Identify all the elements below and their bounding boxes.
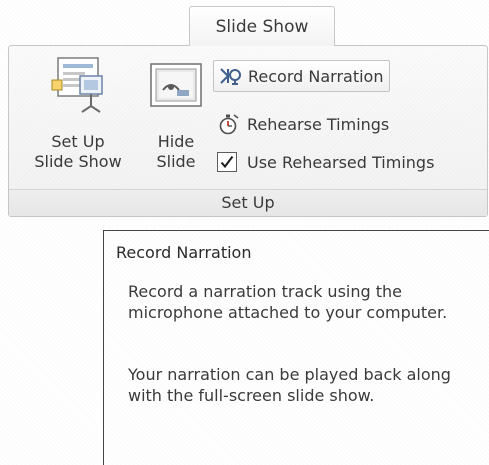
setup-slide-show-label-line2: Slide Show [34,152,122,171]
rehearse-timings-button[interactable]: Rehearse Timings [213,108,395,140]
stopwatch-icon [219,114,239,135]
hide-slide-label-line1: Hide [157,132,195,151]
checkbox-box[interactable] [217,152,237,172]
setup-slide-show-button[interactable]: Set Up Slide Show [15,54,141,172]
hide-slide-button[interactable]: Hide Slide [141,54,211,172]
powerpoint-ribbon-screenshot: Slide Show Set Up Slide Show Hide Slide … [0,0,489,465]
tooltip-record-narration: Record Narration Record a narration trac… [103,230,489,465]
record-narration-label: Record Narration [248,66,384,86]
tooltip-title: Record Narration [116,243,252,262]
use-rehearsed-timings-checkbox[interactable]: Use Rehearsed Timings [213,146,440,178]
setup-slide-show-icon [51,57,103,113]
checkmark-icon [220,155,234,169]
hide-slide-icon [150,63,202,107]
tooltip-paragraph-1: Record a narration track using the micro… [128,282,448,322]
hide-slide-label-line2: Slide [156,152,196,171]
tooltip-paragraph-2: Your narration can be played back along … [128,365,451,405]
ribbon-group-set-up: Set Up Slide Show Hide Slide Record Narr… [8,45,488,217]
microphone-icon [220,68,241,85]
record-narration-button[interactable]: Record Narration [213,60,391,92]
group-label-set-up: Set Up [9,189,487,216]
use-rehearsed-timings-label: Use Rehearsed Timings [247,152,435,172]
setup-slide-show-label-line1: Set Up [51,132,105,151]
tab-slide-show[interactable]: Slide Show [189,6,335,46]
rehearse-timings-label: Rehearse Timings [247,114,390,134]
